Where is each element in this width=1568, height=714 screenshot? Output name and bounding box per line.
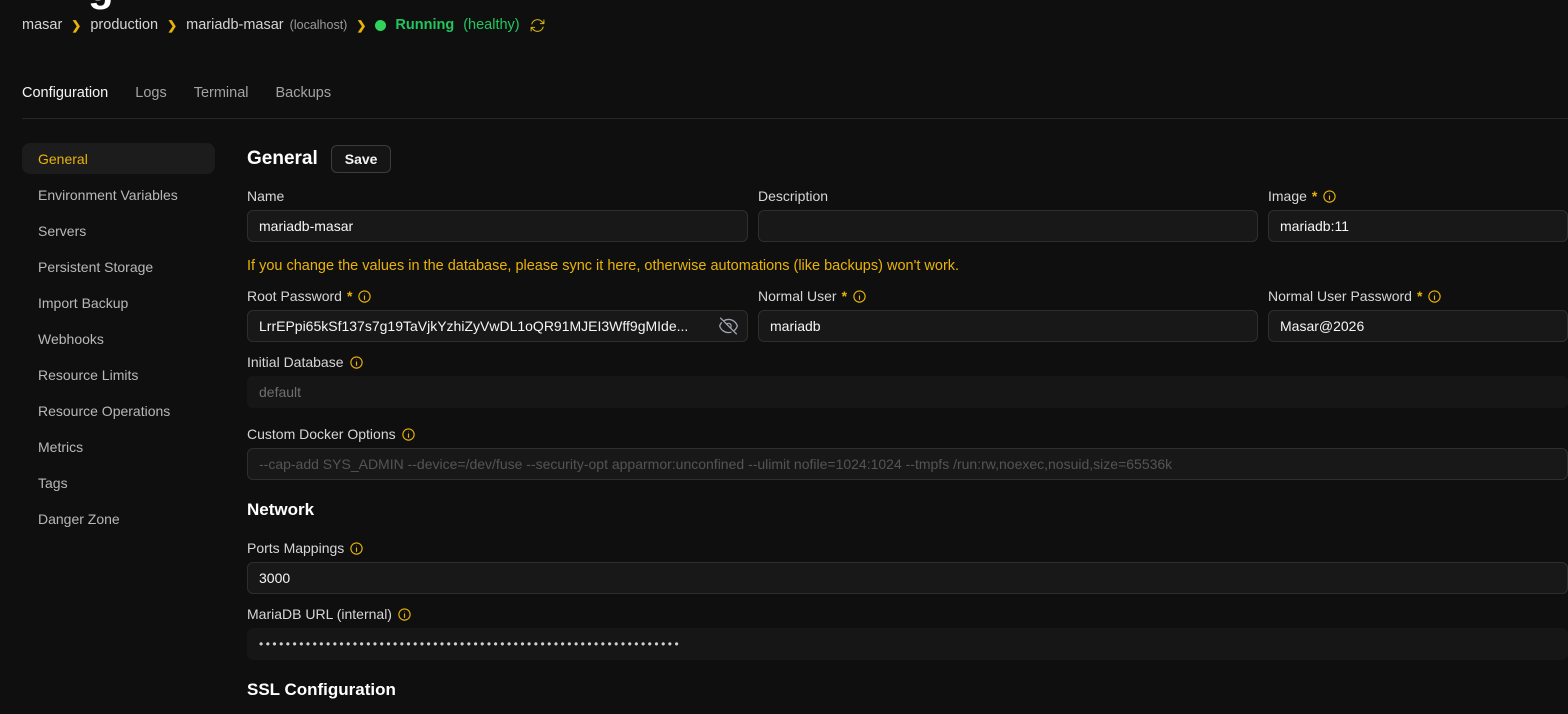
tab-backups[interactable]: Backups xyxy=(276,85,332,101)
tab-bar: Configuration Logs Terminal Backups xyxy=(0,85,1568,101)
info-circle-icon[interactable] xyxy=(1322,189,1337,204)
sync-warning-text: If you change the values in the database… xyxy=(247,258,1568,276)
field-custom-docker-options: Custom Docker Options xyxy=(247,426,1568,480)
sidebar-item-tags[interactable]: Tags xyxy=(22,467,215,498)
field-label-root-password: Root Password * xyxy=(247,288,748,304)
sidebar-item-webhooks[interactable]: Webhooks xyxy=(22,323,215,354)
section-title-general: General xyxy=(247,148,318,170)
tab-logs[interactable]: Logs xyxy=(135,85,166,101)
initial-database-input[interactable] xyxy=(247,376,1568,408)
breadcrumb-environment[interactable]: production xyxy=(90,17,158,33)
sidebar-item-general[interactable]: General xyxy=(22,143,215,174)
status-badge: Running xyxy=(395,17,454,33)
info-circle-icon[interactable] xyxy=(397,607,412,622)
chevron-right-icon: ❯ xyxy=(167,19,177,33)
breadcrumb-resource-host: (localhost) xyxy=(290,18,348,32)
normal-user-password-input[interactable] xyxy=(1268,310,1568,342)
sidebar-item-resource-operations[interactable]: Resource Operations xyxy=(22,395,215,426)
mariadb-url-input[interactable] xyxy=(247,628,1568,660)
info-circle-icon[interactable] xyxy=(852,289,867,304)
field-label-ports-mappings: Ports Mappings xyxy=(247,540,1568,556)
field-mariadb-url: MariaDB URL (internal) xyxy=(247,606,1568,660)
tab-configuration[interactable]: Configuration xyxy=(22,85,108,101)
breadcrumb-project[interactable]: masar xyxy=(22,17,62,33)
chevron-right-icon: ❯ xyxy=(356,19,366,33)
section-title-network: Network xyxy=(247,500,1568,522)
custom-docker-options-input[interactable] xyxy=(247,448,1568,480)
ports-mappings-input[interactable] xyxy=(247,562,1568,594)
refresh-arrows-icon[interactable] xyxy=(529,17,546,34)
general-settings-panel: General Save Name Description Image * xyxy=(247,143,1568,702)
field-image: Image * xyxy=(1268,188,1568,242)
field-ports-mappings: Ports Mappings xyxy=(247,540,1568,594)
sidebar-item-persistent-storage[interactable]: Persistent Storage xyxy=(22,251,215,282)
field-label-normal-user: Normal User * xyxy=(758,288,1258,304)
required-marker: * xyxy=(1312,188,1317,204)
info-circle-icon[interactable] xyxy=(357,289,372,304)
description-input[interactable] xyxy=(758,210,1258,242)
chevron-right-icon: ❯ xyxy=(71,19,81,33)
name-input[interactable] xyxy=(247,210,748,242)
field-initial-database: Initial Database xyxy=(247,354,1568,408)
field-normal-user-password: Normal User Password * xyxy=(1268,288,1568,342)
required-marker: * xyxy=(842,288,847,304)
image-input[interactable] xyxy=(1268,210,1568,242)
field-name: Name xyxy=(247,188,748,242)
field-label-name: Name xyxy=(247,188,748,204)
tab-terminal[interactable]: Terminal xyxy=(194,85,249,101)
info-circle-icon[interactable] xyxy=(349,355,364,370)
required-marker: * xyxy=(1417,288,1422,304)
field-label-mariadb-url: MariaDB URL (internal) xyxy=(247,606,1568,622)
root-password-input[interactable] xyxy=(247,310,748,342)
sidebar-item-resource-limits[interactable]: Resource Limits xyxy=(22,359,215,390)
save-button[interactable]: Save xyxy=(331,145,392,173)
sidebar-item-environment-variables[interactable]: Environment Variables xyxy=(22,179,215,210)
breadcrumb-resource[interactable]: mariadb-masar (localhost) xyxy=(186,17,347,33)
status-health: (healthy) xyxy=(463,17,519,33)
sidebar-item-servers[interactable]: Servers xyxy=(22,215,215,246)
field-label-image: Image * xyxy=(1268,188,1568,204)
info-circle-icon[interactable] xyxy=(1427,289,1442,304)
sidebar-item-danger-zone[interactable]: Danger Zone xyxy=(22,503,215,534)
field-label-description: Description xyxy=(758,188,1258,204)
info-circle-icon[interactable] xyxy=(349,541,364,556)
eye-slash-icon[interactable] xyxy=(718,316,739,337)
page-title-partial: g xyxy=(0,0,300,12)
field-root-password: Root Password * xyxy=(247,288,748,342)
info-circle-icon[interactable] xyxy=(401,427,416,442)
required-marker: * xyxy=(347,288,352,304)
field-label-initial-database: Initial Database xyxy=(247,354,1568,370)
status-dot-icon xyxy=(375,20,386,31)
normal-user-input[interactable] xyxy=(758,310,1258,342)
sidebar-item-metrics[interactable]: Metrics xyxy=(22,431,215,462)
field-normal-user: Normal User * xyxy=(758,288,1258,342)
field-label-normal-user-password: Normal User Password * xyxy=(1268,288,1568,304)
sidebar-item-import-backup[interactable]: Import Backup xyxy=(22,287,215,318)
settings-sidebar: General Environment Variables Servers Pe… xyxy=(22,143,215,539)
field-description: Description xyxy=(758,188,1258,242)
section-title-ssl: SSL Configuration xyxy=(247,680,1568,702)
field-label-custom-docker-options: Custom Docker Options xyxy=(247,426,1568,442)
